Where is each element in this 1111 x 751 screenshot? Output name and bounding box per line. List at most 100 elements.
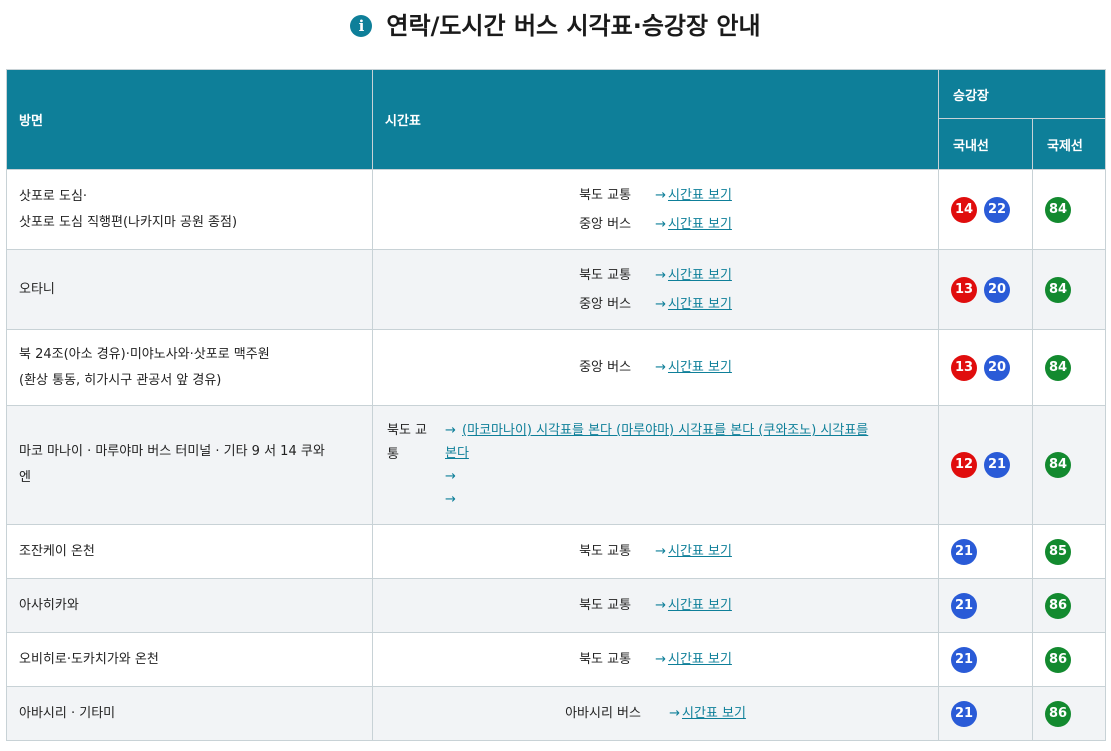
international-platform-cell: 86	[1031, 686, 1107, 741]
direction-cell: 북 24조(아소 경유)·미야노사와·삿포로 맥주원 (환상 통동, 히가시구 …	[6, 329, 373, 406]
platform-badge: 21	[951, 592, 977, 619]
timetable-link[interactable]: (마코마나이) 시각표를 본다 (마루야마) 시각표를 본다 (쿠와조노) 시각…	[462, 423, 868, 438]
table-row: 아바시리 · 기타미 아바시리 버스 → 시간표 보기 21 86	[6, 686, 1107, 741]
arrow-icon: →	[669, 706, 680, 721]
timetable-link[interactable]: 시간표 보기	[668, 360, 732, 375]
direction-text: (환상 통동, 히가시구 관공서 앞 경유)	[19, 372, 222, 388]
operator-label: 중앙 버스	[579, 360, 632, 375]
timetable-link[interactable]: 시간표 보기	[668, 652, 732, 667]
table-row: 삿포로 도심· 삿포로 도심 직행편(나카지마 공원 종점) 북도 교통 → 시간표…	[6, 169, 1107, 250]
platform-badge: 84	[1045, 196, 1071, 223]
table-row: 조잔케이 온천 북도 교통 → 시간표 보기 21 85	[6, 524, 1107, 579]
operator-label: 북도 교 통	[387, 419, 445, 467]
timetable-cell: 북도 교통 → 시간표 보기 중앙 버스 → 시간표 보기	[372, 249, 939, 330]
arrow-icon: →	[655, 598, 666, 613]
direction-cell: 아사히카와	[6, 578, 373, 633]
info-icon: i	[350, 15, 373, 37]
timetable-link[interactable]: 시간표 보기	[682, 706, 746, 721]
operator-label: 아바시리 버스	[565, 706, 641, 721]
direction-cell: 조잔케이 온천	[6, 524, 373, 579]
platform-badge: 21	[951, 646, 977, 673]
platform-badge: 20	[984, 276, 1010, 303]
platform-badge: 21	[951, 538, 977, 565]
arrow-icon: →	[655, 652, 666, 667]
platform-badge: 86	[1045, 646, 1071, 673]
operator-label: 북도 교통	[579, 187, 632, 203]
direction-cell: 아바시리 · 기타미	[6, 686, 373, 741]
table-row: 북 24조(아소 경유)·미야노사와·삿포로 맥주원 (환상 통동, 히가시구 …	[6, 329, 1107, 406]
arrow-icon: →	[655, 544, 666, 559]
timetable-cell: 북도 교통 → 시간표 보기 중앙 버스 → 시간표 보기	[372, 169, 939, 250]
timetable-cell: 북도 교 통 → (마코마나이) 시각표를 본다 (마루야마) 시각표를 본다 …	[372, 405, 939, 525]
operator-label: 북도 교통	[579, 267, 632, 283]
header-domestic: 국내선	[938, 118, 1033, 170]
operator-label: 북도 교통	[579, 544, 632, 559]
timetable-link[interactable]: 본다	[445, 446, 469, 461]
timetable-link[interactable]: 시간표 보기	[668, 268, 732, 283]
international-platform-cell: 84	[1031, 405, 1107, 525]
direction-text: 북 24조(아소 경유)·미야노사와·삿포로 맥주원	[19, 346, 270, 362]
direction-text: 오타니	[19, 281, 55, 297]
operator-label: 북도 교통	[579, 598, 632, 613]
domestic-platform-cell: 13 20	[938, 329, 1033, 406]
platform-badge: 21	[951, 700, 977, 727]
direction-cell: 오타니	[6, 249, 373, 330]
domestic-platform-cell: 21	[938, 632, 1033, 687]
direction-text: 엔	[19, 470, 31, 485]
international-platform-cell: 86	[1031, 632, 1107, 687]
platform-badge: 13	[951, 354, 977, 381]
direction-text: 오비히로·도카치가와 온천	[19, 651, 159, 667]
direction-text: 아바시리 · 기타미	[19, 705, 116, 721]
timetable-cell: 북도 교통 → 시간표 보기	[372, 578, 939, 633]
page-title: i 연락/도시간 버스 시각표·승강장 안내	[0, 6, 1111, 41]
arrow-icon: →	[655, 360, 666, 375]
bus-timetable-table: 방면 시간표 승강장 국내선 국제선 삿포로 도심· 삿포로 도심 직행편(나카…	[6, 69, 1107, 741]
timetable-cell: 북도 교통 → 시간표 보기	[372, 524, 939, 579]
operator-label-line: 통	[387, 447, 399, 462]
operator-label: 중앙 버스	[579, 296, 632, 312]
direction-text: 삿포로 도심 직행편(나카지마 공원 종점)	[19, 214, 238, 230]
domestic-platform-cell: 21	[938, 524, 1033, 579]
platform-badge: 14	[951, 196, 977, 223]
arrow-icon[interactable]: →	[445, 492, 456, 507]
international-platform-cell: 84	[1031, 329, 1107, 406]
header-timetable: 시간표	[372, 69, 939, 170]
direction-text: 삿포로 도심·	[19, 188, 88, 204]
arrow-icon: →	[655, 187, 666, 203]
international-platform-cell: 85	[1031, 524, 1107, 579]
timetable-cell: 아바시리 버스 → 시간표 보기	[372, 686, 939, 741]
timetable-link[interactable]: 시간표 보기	[668, 544, 732, 559]
operator-label: 중앙 버스	[579, 216, 632, 232]
platform-badge: 20	[984, 354, 1010, 381]
domestic-platform-cell: 12 21	[938, 405, 1033, 525]
platform-badge: 86	[1045, 700, 1071, 727]
timetable-link[interactable]: 시간표 보기	[668, 297, 732, 312]
platform-badge: 22	[984, 196, 1010, 223]
page-title-text: 연락/도시간 버스 시각표·승강장 안내	[386, 12, 761, 40]
arrow-icon: →	[655, 267, 666, 283]
header-platform: 승강장	[937, 69, 1107, 119]
direction-text: 아사히카와	[19, 597, 79, 613]
timetable-links: → (마코마나이) 시각표를 본다 (마루야마) 시각표를 본다 (쿠와조노) …	[445, 419, 900, 511]
direction-cell: 삿포로 도심· 삿포로 도심 직행편(나카지마 공원 종점)	[6, 169, 373, 250]
domestic-platform-cell: 14 22	[938, 169, 1033, 250]
domestic-platform-cell: 21	[938, 686, 1033, 741]
timetable-link[interactable]: 시간표 보기	[668, 217, 732, 232]
direction-text: 조잔케이 온천	[19, 543, 95, 559]
table-row: 아사히카와 북도 교통 → 시간표 보기 21 86	[6, 578, 1107, 633]
table-row: 오비히로·도카치가와 온천 북도 교통 → 시간표 보기 21 86	[6, 632, 1107, 687]
platform-badge: 13	[951, 276, 977, 303]
timetable-cell: 북도 교통 → 시간표 보기	[372, 632, 939, 687]
timetable-link[interactable]: 시간표 보기	[668, 598, 732, 613]
domestic-platform-cell: 21	[938, 578, 1033, 633]
operator-label-line: 북도 교	[387, 423, 428, 438]
operator-label: 북도 교통	[579, 652, 632, 667]
platform-badge: 21	[984, 452, 1010, 478]
timetable-link[interactable]: 시간표 보기	[668, 188, 732, 203]
arrow-icon[interactable]: →	[445, 469, 456, 484]
international-platform-cell: 84	[1031, 169, 1107, 250]
international-platform-cell: 86	[1031, 578, 1107, 633]
platform-badge: 86	[1045, 592, 1071, 619]
platform-badge: 12	[951, 452, 977, 478]
platform-badge: 85	[1045, 538, 1071, 565]
